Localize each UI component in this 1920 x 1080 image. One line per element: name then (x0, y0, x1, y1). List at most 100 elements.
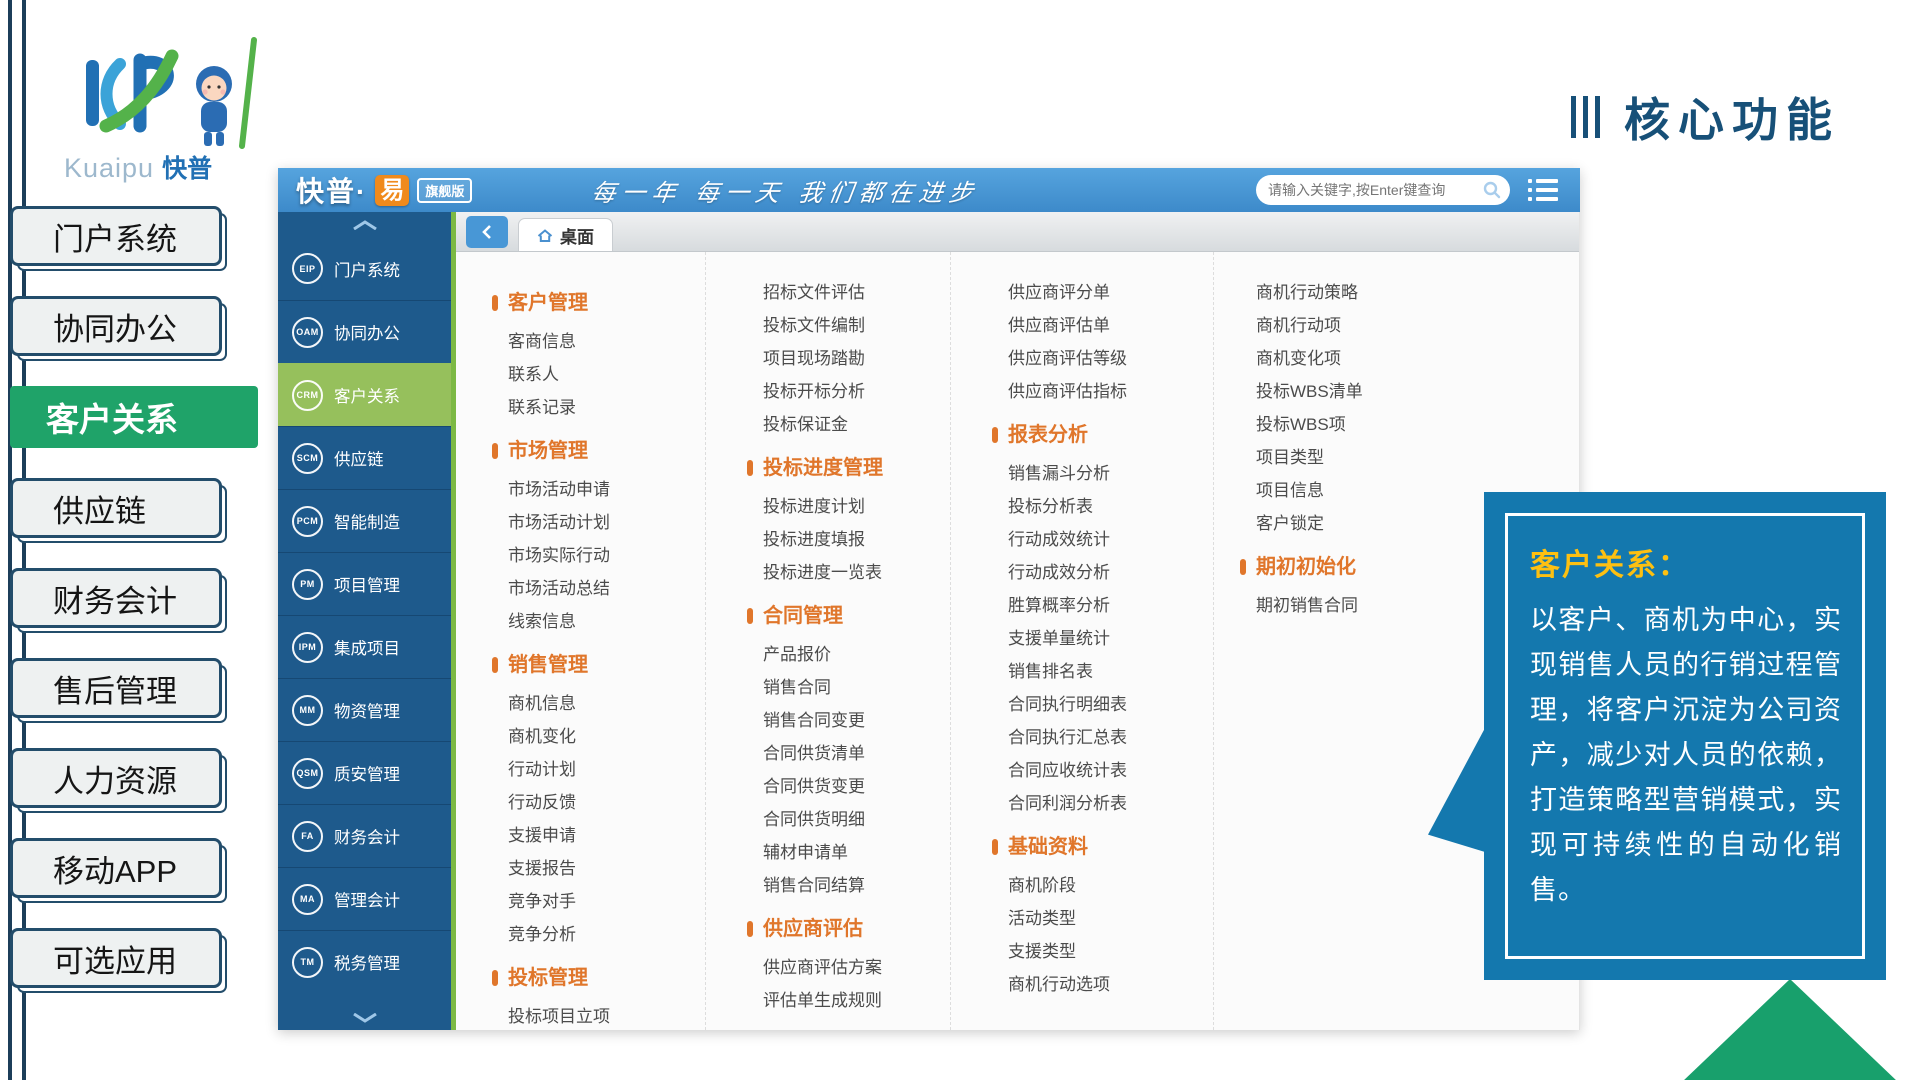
sidebar-item[interactable]: 供应链 (10, 478, 222, 538)
nav-item[interactable]: SCM 供应链 (278, 426, 451, 489)
menu-row[interactable]: 投标进度一览表 (747, 556, 950, 589)
sidebar-item[interactable]: 财务会计 (10, 568, 222, 628)
sidebar-item[interactable]: 门户系统 (10, 206, 222, 266)
back-button[interactable] (466, 216, 508, 248)
menu-row[interactable]: 行动成效统计 (992, 523, 1213, 556)
nav-item[interactable]: QSM 质安管理 (278, 741, 451, 804)
menu-row[interactable]: 供应商评分单 (992, 276, 1213, 309)
search-icon[interactable] (1482, 180, 1502, 200)
nav-item[interactable]: IPM 集成项目 (278, 615, 451, 678)
menu-row[interactable]: 投标WBS项 (1240, 408, 1579, 441)
menu-row[interactable]: 投标开标分析 (747, 375, 950, 408)
menu-row[interactable]: 合同供货明细 (747, 803, 950, 836)
menu-row[interactable]: 供应商评估方案 (747, 951, 950, 984)
menu-row[interactable]: 联系人 (492, 358, 705, 391)
sidebar-item[interactable]: 可选应用 (10, 928, 222, 988)
menu-row[interactable]: 支援单量统计 (992, 622, 1213, 655)
menu-row[interactable]: 供应商评估单 (992, 309, 1213, 342)
menu-row[interactable]: 合同执行明细表 (992, 688, 1213, 721)
menu-row[interactable]: 投标进度计划 (747, 490, 950, 523)
page-title-text: 核心功能 (1624, 84, 1840, 150)
menu-row[interactable]: 行动成效分析 (992, 556, 1213, 589)
menu-row[interactable]: 市场活动申请 (492, 473, 705, 506)
menu-row[interactable]: 合同管理 (747, 598, 950, 634)
menu-row[interactable]: 投标管理 (492, 960, 705, 996)
nav-item[interactable]: MA 管理会计 (278, 867, 451, 930)
menu-row[interactable]: 投标文件编制 (747, 309, 950, 342)
nav-item[interactable]: PM 项目管理 (278, 552, 451, 615)
menu-row[interactable]: 联系记录 (492, 391, 705, 424)
sidebar-item[interactable]: 移动APP (10, 838, 222, 898)
nav-scroll-down[interactable] (278, 1005, 451, 1030)
menu-row[interactable]: 商机阶段 (992, 869, 1213, 902)
menu-row[interactable]: 投标进度管理 (747, 450, 950, 486)
menu-row[interactable]: 合同供货变更 (747, 770, 950, 803)
menu-row[interactable]: 供应商评估 (747, 911, 950, 947)
menu-row[interactable]: 评估单生成规则 (747, 984, 950, 1017)
menu-row[interactable]: 投标分析表 (992, 490, 1213, 523)
search-input[interactable] (1268, 182, 1482, 198)
menu-row[interactable]: 客商信息 (492, 325, 705, 358)
sidebar-item[interactable]: 售后管理 (10, 658, 222, 718)
menu-row[interactable]: 报表分析 (992, 417, 1213, 453)
menu-row[interactable]: 合同应收统计表 (992, 754, 1213, 787)
menu-row[interactable]: 销售合同 (747, 671, 950, 704)
menu-row[interactable]: 竞争分析 (492, 918, 705, 951)
menu-row[interactable]: 商机变化项 (1240, 342, 1579, 375)
menu-row[interactable]: 竞争对手 (492, 885, 705, 918)
menu-row[interactable]: 招标文件评估 (747, 276, 950, 309)
menu-row[interactable]: 商机变化 (492, 720, 705, 753)
nav-item[interactable]: FA 财务会计 (278, 804, 451, 867)
nav-scroll-up[interactable] (278, 212, 451, 237)
menu-row[interactable]: 投标保证金 (747, 408, 950, 441)
menu-row[interactable]: 活动类型 (992, 902, 1213, 935)
tab-label: 桌面 (560, 223, 594, 248)
menu-row[interactable]: 商机行动项 (1240, 309, 1579, 342)
menu-row[interactable]: 行动反馈 (492, 786, 705, 819)
sidebar-item[interactable]: 人力资源 (10, 748, 222, 808)
menu-row[interactable]: 投标WBS清单 (1240, 375, 1579, 408)
menu-row[interactable]: 行动计划 (492, 753, 705, 786)
menu-row[interactable]: 产品报价 (747, 638, 950, 671)
menu-row[interactable]: 合同利润分析表 (992, 787, 1213, 820)
sidebar-item[interactable]: 协同办公 (10, 296, 222, 356)
nav-item[interactable]: CRM 客户关系 (278, 363, 451, 426)
menu-row[interactable]: 合同供货清单 (747, 737, 950, 770)
menu-row[interactable]: 支援类型 (992, 935, 1213, 968)
menu-row[interactable]: 市场活动总结 (492, 572, 705, 605)
nav-item[interactable]: PCM 智能制造 (278, 489, 451, 552)
menu-row[interactable]: 支援报告 (492, 852, 705, 885)
menu-row[interactable]: 项目类型 (1240, 441, 1579, 474)
menu-row[interactable]: 合同执行汇总表 (992, 721, 1213, 754)
menu-row[interactable]: 市场实际行动 (492, 539, 705, 572)
module-code-badge: MM (292, 695, 323, 726)
nav-item[interactable]: MM 物资管理 (278, 678, 451, 741)
menu-list-icon[interactable] (1528, 178, 1558, 202)
menu-row[interactable]: 销售合同结算 (747, 869, 950, 902)
nav-item[interactable]: TM 税务管理 (278, 930, 451, 993)
menu-row[interactable]: 投标进度填报 (747, 523, 950, 556)
menu-row[interactable]: 投标项目立项 (492, 1000, 705, 1030)
menu-row[interactable]: 项目现场踏勘 (747, 342, 950, 375)
menu-row[interactable]: 供应商评估等级 (992, 342, 1213, 375)
menu-row[interactable]: 销售合同变更 (747, 704, 950, 737)
sidebar-item[interactable]: 客户关系 (10, 386, 258, 448)
menu-row[interactable]: 销售漏斗分析 (992, 457, 1213, 490)
menu-row[interactable]: 市场活动计划 (492, 506, 705, 539)
menu-row[interactable]: 基础资料 (992, 829, 1213, 865)
menu-row[interactable]: 商机行动选项 (992, 968, 1213, 1001)
menu-row[interactable]: 客户管理 (492, 285, 705, 321)
tab-desktop[interactable]: 桌面 (518, 218, 613, 251)
nav-item[interactable]: OAM 协同办公 (278, 300, 451, 363)
nav-item[interactable]: EIP 门户系统 (278, 237, 451, 300)
menu-row[interactable]: 销售排名表 (992, 655, 1213, 688)
menu-row[interactable]: 市场管理 (492, 433, 705, 469)
menu-row[interactable]: 销售管理 (492, 647, 705, 683)
menu-row[interactable]: 商机行动策略 (1240, 276, 1579, 309)
menu-row[interactable]: 供应商评估指标 (992, 375, 1213, 408)
menu-row[interactable]: 支援申请 (492, 819, 705, 852)
menu-row[interactable]: 辅材申请单 (747, 836, 950, 869)
menu-row[interactable]: 商机信息 (492, 687, 705, 720)
menu-row[interactable]: 胜算概率分析 (992, 589, 1213, 622)
menu-row[interactable]: 线索信息 (492, 605, 705, 638)
